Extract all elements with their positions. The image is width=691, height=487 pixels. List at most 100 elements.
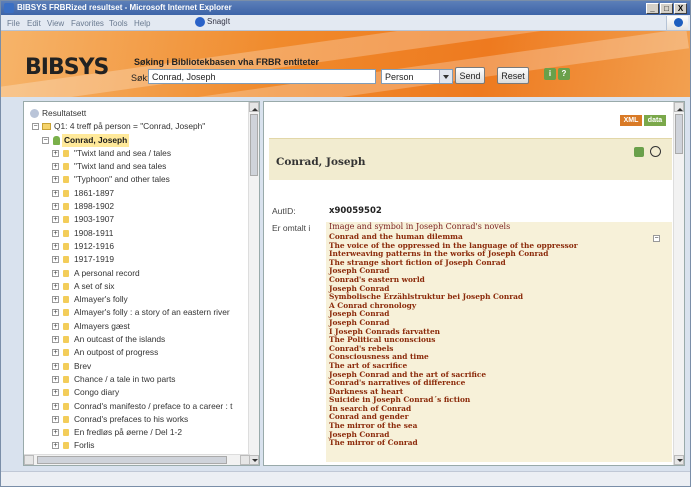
menu-favorites[interactable]: Favorites <box>71 19 104 28</box>
menu-edit[interactable]: Edit <box>27 19 41 28</box>
tree-item[interactable]: + An outpost of progress <box>28 346 256 359</box>
tree-item[interactable]: + A set of six <box>28 280 256 293</box>
tree-item[interactable]: + Brev <box>28 360 256 373</box>
chevron-down-icon[interactable] <box>439 70 452 83</box>
scroll-thumb[interactable] <box>37 456 227 464</box>
tree-item[interactable]: + Congo diary <box>28 386 256 399</box>
scroll-right-arrow-icon[interactable] <box>240 455 250 465</box>
tree-item[interactable]: + Conrad's prefaces to his works <box>28 413 256 426</box>
tree-item[interactable]: +1898-1902 <box>28 200 256 213</box>
help-icon[interactable]: ? <box>558 68 570 80</box>
expand-icon[interactable]: + <box>52 229 59 237</box>
scroll-thumb[interactable] <box>675 114 683 154</box>
reset-button[interactable]: Reset <box>497 67 529 84</box>
expand-icon[interactable]: + <box>52 242 59 250</box>
expand-icon[interactable]: + <box>52 189 59 197</box>
tree-item[interactable]: + A personal record <box>28 267 256 280</box>
tree-item-label: "Typhoon" and other tales <box>74 174 170 185</box>
scroll-down-arrow-icon[interactable] <box>674 455 684 465</box>
expand-icon[interactable]: + <box>52 349 59 357</box>
expand-icon[interactable]: + <box>52 375 59 383</box>
collapse-icon[interactable]: − <box>32 123 39 131</box>
tree-item-label: Chance / a tale in two parts <box>74 373 176 384</box>
tree-item[interactable]: + An outcast of the islands <box>28 333 256 346</box>
list-item[interactable]: Image and symbol in Joseph Conrad's nove… <box>329 222 510 231</box>
info-icon[interactable]: i <box>544 68 556 80</box>
expand-icon[interactable]: + <box>52 269 59 277</box>
expand-icon[interactable]: + <box>52 163 59 171</box>
list-item[interactable]: The mirror of Conrad <box>329 439 578 448</box>
tree-item[interactable]: +1903-1907 <box>28 213 256 226</box>
minimize-button[interactable]: _ <box>646 3 659 14</box>
tree-item[interactable]: + "Twixt land and sea / tales <box>28 147 256 160</box>
scroll-down-arrow-icon[interactable] <box>249 455 259 465</box>
work-icon <box>63 242 69 250</box>
tree-root[interactable]: Resultatsett <box>28 107 256 120</box>
work-icon <box>63 256 69 264</box>
close-button[interactable]: X <box>674 3 687 14</box>
data-button[interactable]: data <box>644 115 666 126</box>
collapse-icon[interactable]: − <box>653 235 660 242</box>
tree-item[interactable]: + Almayers gæst <box>28 320 256 333</box>
export-icon[interactable] <box>634 147 644 157</box>
tree-horizontal-scrollbar[interactable] <box>24 454 250 465</box>
tree-item[interactable]: + "Twixt land and sea tales <box>28 160 256 173</box>
scroll-up-arrow-icon[interactable] <box>249 102 259 112</box>
tree-item[interactable]: +1908-1911 <box>28 227 256 240</box>
expand-icon[interactable]: + <box>52 442 59 450</box>
menu-tools[interactable]: Tools <box>109 19 128 28</box>
send-button[interactable]: Send <box>455 67 485 84</box>
expand-icon[interactable]: + <box>52 362 59 370</box>
expand-icon[interactable]: + <box>52 203 59 211</box>
bibsys-logo: BIBSYS <box>25 55 109 80</box>
tree-item[interactable]: + Forlis <box>28 439 256 452</box>
search-type-select[interactable]: Person <box>381 69 453 84</box>
tree-vertical-scrollbar[interactable] <box>248 102 259 465</box>
tree-item[interactable]: +1917-1919 <box>28 253 256 266</box>
tree-item[interactable]: + Chance / a tale in two parts <box>28 373 256 386</box>
expand-icon[interactable]: + <box>52 149 59 157</box>
expand-icon[interactable]: + <box>52 176 59 184</box>
expand-icon[interactable]: + <box>52 336 59 344</box>
tree-item[interactable]: + Conrad's manifesto / preface to a caree… <box>28 400 256 413</box>
record-vertical-scrollbar[interactable] <box>673 102 684 465</box>
expand-icon[interactable]: + <box>52 256 59 264</box>
work-icon <box>63 203 69 211</box>
result-tree: Resultatsett − Q1: 4 treff på person = "… <box>28 107 256 453</box>
expand-icon[interactable]: + <box>52 282 59 290</box>
tree-item[interactable]: + Almayer's folly : a story of an eastern… <box>28 306 256 319</box>
expand-icon[interactable]: + <box>52 322 59 330</box>
expand-icon[interactable]: + <box>52 429 59 437</box>
tree-person-node[interactable]: − Conrad, Joseph <box>28 133 256 147</box>
scroll-left-arrow-icon[interactable] <box>24 455 34 465</box>
tree-item[interactable]: + En fredløs på øerne / Del 1-2 <box>28 426 256 439</box>
tree-item[interactable]: +1912-1916 <box>28 240 256 253</box>
xml-button[interactable]: XML <box>620 115 642 126</box>
menu-file[interactable]: File <box>7 19 20 28</box>
status-bar <box>1 471 690 486</box>
snagit-button[interactable]: SnagIt <box>195 17 230 29</box>
tree-item-label: 1861-1897 <box>74 187 115 198</box>
expand-icon[interactable]: + <box>52 389 59 397</box>
result-tree-pane: Resultatsett − Q1: 4 treff på person = "… <box>23 101 260 466</box>
menu-view[interactable]: View <box>47 19 64 28</box>
scroll-up-arrow-icon[interactable] <box>674 102 684 112</box>
menu-help[interactable]: Help <box>134 19 150 28</box>
ie-brand-icon <box>666 16 688 30</box>
tree-item[interactable]: + "Typhoon" and other tales <box>28 173 256 186</box>
tree-item-label: Almayers gæst <box>74 320 130 331</box>
tree-item-label: En fredløs på øerne / Del 1-2 <box>74 427 182 438</box>
expand-icon[interactable]: + <box>52 216 59 224</box>
tree-item[interactable]: +1861-1897 <box>28 187 256 200</box>
tree-item[interactable]: + Almayer's folly <box>28 293 256 306</box>
maximize-button[interactable]: □ <box>660 3 673 14</box>
clock-icon[interactable] <box>650 146 661 157</box>
collapse-icon[interactable]: − <box>42 136 49 144</box>
search-input[interactable] <box>148 69 376 84</box>
expand-icon[interactable]: + <box>52 296 59 304</box>
expand-icon[interactable]: + <box>52 402 59 410</box>
scroll-thumb[interactable] <box>250 114 258 176</box>
expand-icon[interactable]: + <box>52 309 59 317</box>
expand-icon[interactable]: + <box>52 415 59 423</box>
tree-query-node[interactable]: − Q1: 4 treff på person = "Conrad, Josep… <box>28 120 256 133</box>
